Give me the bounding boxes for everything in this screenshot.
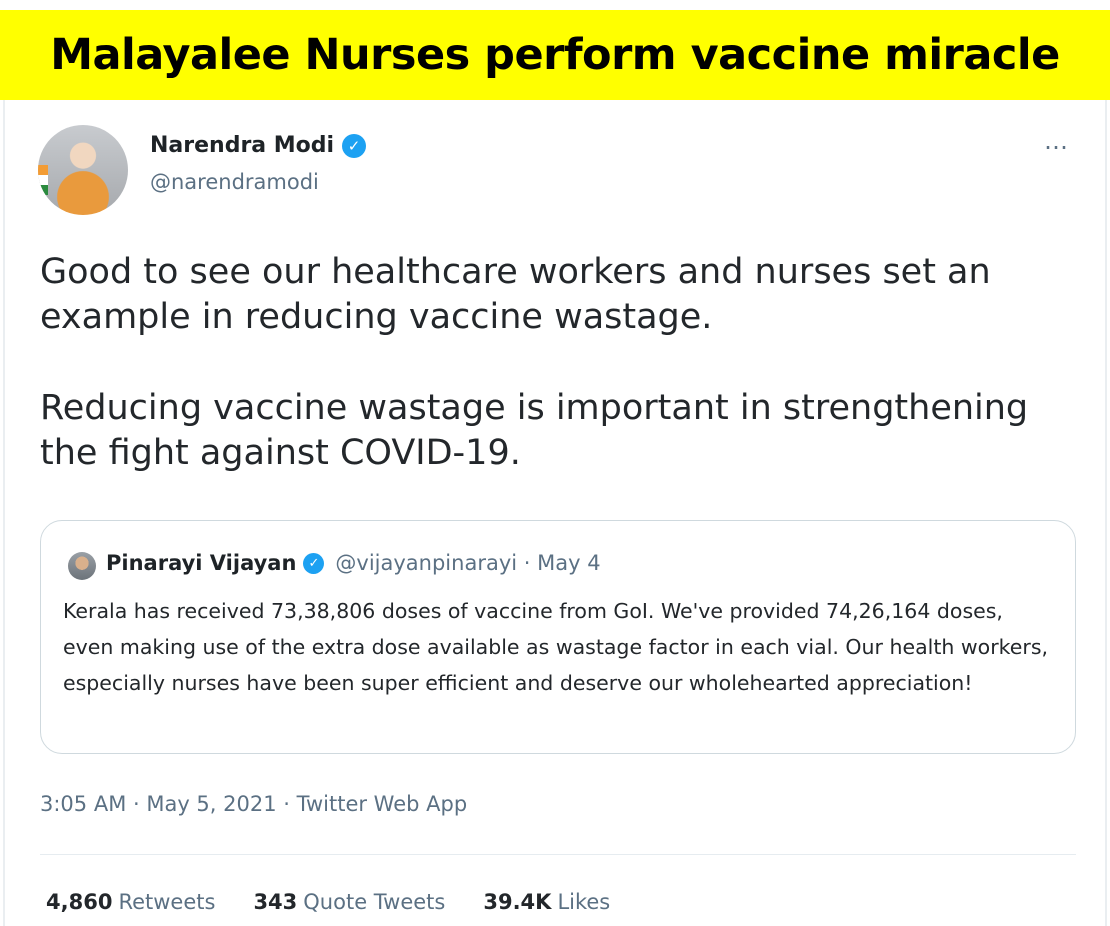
quoted-author-name: Pinarayi Vijayan [106, 551, 297, 575]
quote-tweets-count: 343 [253, 890, 298, 914]
retweets-label: Retweets [118, 890, 216, 914]
quote-tweets-stat[interactable]: 343 Quote Tweets [253, 890, 445, 914]
tweet-timestamp[interactable]: 3:05 AM · May 5, 2021 · Twitter Web App [40, 792, 467, 816]
quoted-tweet-header: Pinarayi Vijayan ✓ @vijayanpinarayi · Ma… [106, 551, 601, 575]
quoted-author-avatar [68, 552, 96, 580]
more-options-icon[interactable]: ⋯ [1044, 133, 1069, 162]
author-avatar[interactable] [38, 125, 128, 215]
verified-badge-icon: ✓ [342, 133, 367, 158]
likes-count: 39.4K [483, 890, 552, 914]
tweet-text: Good to see our healthcare workers and n… [40, 250, 1080, 476]
quoted-tweet[interactable]: Pinarayi Vijayan ✓ @vijayanpinarayi · Ma… [40, 520, 1076, 754]
tweet-paragraph: Reducing vaccine wastage is important in… [40, 388, 1029, 473]
quote-tweets-label: Quote Tweets [303, 890, 446, 914]
verified-badge-icon: ✓ [303, 552, 325, 574]
divider [40, 854, 1076, 855]
tweet-paragraph: Good to see our healthcare workers and n… [40, 252, 991, 337]
quoted-handle-date: @vijayanpinarayi · May 4 [335, 551, 601, 575]
author-handle[interactable]: @narendramodi [150, 170, 319, 194]
likes-stat[interactable]: 39.4K Likes [483, 890, 610, 914]
quoted-tweet-text: Kerala has received 73,38,806 doses of v… [63, 599, 1049, 695]
retweets-stat[interactable]: 4,860 Retweets [46, 890, 215, 914]
author-name-row[interactable]: Narendra Modi ✓ [150, 133, 367, 158]
likes-label: Likes [557, 890, 611, 914]
headline-banner: Malayalee Nurses perform vaccine miracle [0, 10, 1110, 100]
engagement-stats: 4,860 Retweets 343 Quote Tweets 39.4K Likes [46, 890, 610, 914]
retweets-count: 4,860 [46, 890, 113, 914]
author-name[interactable]: Narendra Modi [150, 133, 334, 158]
